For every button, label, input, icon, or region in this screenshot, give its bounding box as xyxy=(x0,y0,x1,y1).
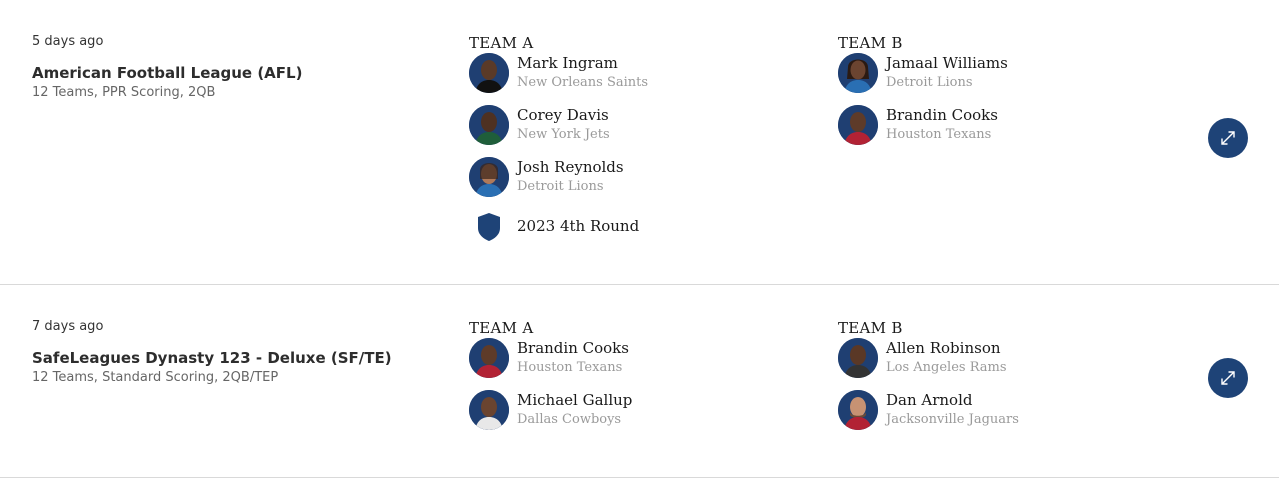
player-avatar xyxy=(838,105,878,145)
expand-arrows-icon xyxy=(1221,131,1235,145)
draft-pick-label: 2023 4th Round xyxy=(517,217,640,235)
team-a-column: TEAM A Mark Ingram New Orleans Saints Co… xyxy=(469,33,809,261)
trade-meta: 7 days ago SafeLeagues Dynasty 123 - Del… xyxy=(32,318,452,386)
expand-trade-button[interactable] xyxy=(1208,358,1248,398)
player-avatar xyxy=(838,390,878,430)
player-team: Los Angeles Rams xyxy=(886,360,1007,375)
player-team: Houston Texans xyxy=(517,360,623,375)
player-name: Michael Gallup xyxy=(517,391,633,409)
expand-arrows-icon xyxy=(1221,371,1235,385)
player-item[interactable]: Allen Robinson Los Angeles Rams xyxy=(838,338,1178,390)
player-avatar xyxy=(838,53,878,93)
player-item[interactable]: Mark Ingram New Orleans Saints xyxy=(469,53,809,105)
player-team: Dallas Cowboys xyxy=(517,412,622,427)
player-name: Corey Davis xyxy=(517,106,609,124)
player-name: Brandin Cooks xyxy=(517,339,629,357)
player-name: Josh Reynolds xyxy=(517,158,624,176)
player-team: Detroit Lions xyxy=(886,75,973,90)
player-name: Dan Arnold xyxy=(886,391,973,409)
player-team: Detroit Lions xyxy=(517,179,604,194)
player-name: Allen Robinson xyxy=(886,339,1001,357)
player-item[interactable]: Dan Arnold Jacksonville Jaguars xyxy=(838,390,1178,442)
player-name: Brandin Cooks xyxy=(886,106,998,124)
league-name[interactable]: SafeLeagues Dynasty 123 - Deluxe (SF/TE) xyxy=(32,348,452,368)
player-team: Houston Texans xyxy=(886,127,992,142)
trade-card: 5 days ago American Football League (AFL… xyxy=(0,0,1279,285)
player-name: Jamaal Williams xyxy=(886,54,1008,72)
shield-icon xyxy=(478,213,500,241)
player-item[interactable]: Michael Gallup Dallas Cowboys xyxy=(469,390,809,442)
trade-time: 5 days ago xyxy=(32,34,104,49)
team-title: TEAM A xyxy=(469,34,534,52)
draft-pick-item[interactable]: 2023 4th Round xyxy=(469,209,809,261)
player-avatar xyxy=(469,53,509,93)
team-a-column: TEAM A Brandin Cooks Houston Texans Mich… xyxy=(469,318,809,442)
team-title: TEAM B xyxy=(838,34,903,52)
team-b-column: TEAM B Jamaal Williams Detroit Lions Bra… xyxy=(838,33,1178,157)
player-item[interactable]: Josh Reynolds Detroit Lions xyxy=(469,157,809,209)
player-avatar xyxy=(838,338,878,378)
league-name[interactable]: American Football League (AFL) xyxy=(32,63,452,83)
player-item[interactable]: Brandin Cooks Houston Texans xyxy=(838,105,1178,157)
player-name: Mark Ingram xyxy=(517,54,618,72)
team-title: TEAM A xyxy=(469,319,534,337)
player-item[interactable]: Corey Davis New York Jets xyxy=(469,105,809,157)
player-avatar xyxy=(469,157,509,197)
player-team: New York Jets xyxy=(517,127,610,142)
league-details: 12 Teams, PPR Scoring, 2QB xyxy=(32,85,216,100)
league-details: 12 Teams, Standard Scoring, 2QB/TEP xyxy=(32,370,279,385)
expand-trade-button[interactable] xyxy=(1208,118,1248,158)
team-title: TEAM B xyxy=(838,319,903,337)
player-avatar xyxy=(469,390,509,430)
player-avatar xyxy=(469,105,509,145)
trade-meta: 5 days ago American Football League (AFL… xyxy=(32,33,452,101)
trade-time: 7 days ago xyxy=(32,319,104,334)
player-team: Jacksonville Jaguars xyxy=(886,412,1019,427)
team-b-column: TEAM B Allen Robinson Los Angeles Rams D… xyxy=(838,318,1178,442)
player-avatar xyxy=(469,338,509,378)
trade-card: 7 days ago SafeLeagues Dynasty 123 - Del… xyxy=(0,285,1279,478)
player-team: New Orleans Saints xyxy=(517,75,649,90)
player-item[interactable]: Jamaal Williams Detroit Lions xyxy=(838,53,1178,105)
player-item[interactable]: Brandin Cooks Houston Texans xyxy=(469,338,809,390)
